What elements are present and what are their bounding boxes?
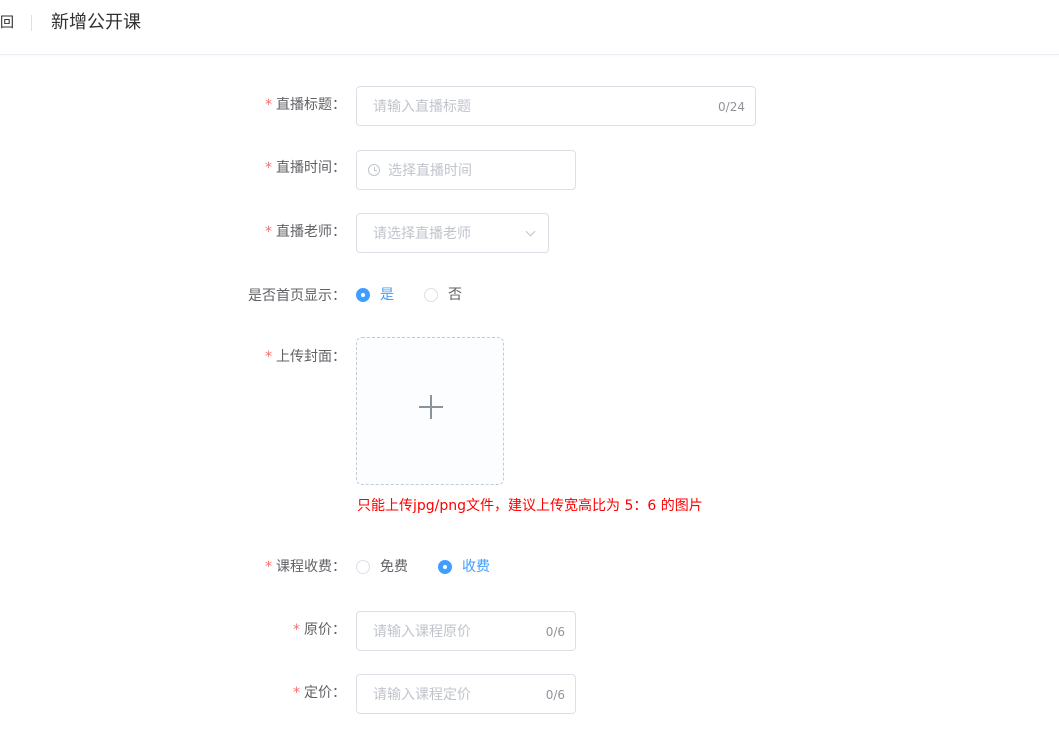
course-fee-label-text: 课程收费：: [276, 559, 346, 575]
radio-unchecked-icon: [424, 288, 438, 302]
original-price-label: * 原价：: [146, 620, 346, 640]
cover-upload-tip: 只能上传jpg/png文件，建议上传宽高比为 5：6 的图片: [357, 498, 703, 514]
required-mark: *: [265, 97, 272, 113]
live-title-input[interactable]: 请输入直播标题 0/24: [356, 86, 756, 126]
live-teacher-select[interactable]: 请选择直播老师: [356, 213, 549, 253]
required-mark: *: [293, 622, 300, 638]
homepage-radio-yes[interactable]: 是: [356, 285, 394, 305]
fee-radio-paid-label: 收费: [462, 559, 490, 575]
live-teacher-label: * 直播老师：: [146, 222, 346, 242]
homepage-display-label-text: 是否首页显示：: [248, 288, 346, 304]
cover-upload-label: * 上传封面：: [146, 347, 346, 367]
header-divider: [31, 15, 32, 31]
required-mark: *: [265, 224, 272, 240]
price-label-text: 定价：: [304, 685, 346, 701]
original-price-input[interactable]: 请输入课程原价 0/6: [356, 611, 576, 651]
back-button[interactable]: 回: [0, 14, 14, 32]
live-title-label-text: 直播标题：: [276, 97, 346, 113]
live-time-label-text: 直播时间：: [276, 160, 346, 176]
fee-radio-paid[interactable]: 收费: [438, 557, 490, 577]
fee-radio-free-label: 免费: [380, 559, 408, 575]
price-placeholder: 请输入课程定价: [373, 687, 471, 703]
page-title: 新增公开课: [51, 12, 141, 33]
page-header: 回 新增公开课: [0, 0, 1059, 55]
homepage-radio-no-label: 否: [448, 287, 462, 303]
radio-checked-icon: [356, 288, 370, 302]
price-char-count: 0/6: [545, 688, 565, 702]
live-time-picker[interactable]: 选择直播时间: [356, 150, 576, 190]
required-mark: *: [265, 349, 272, 365]
cover-upload-label-text: 上传封面：: [276, 349, 346, 365]
required-mark: *: [265, 160, 272, 176]
live-title-label: * 直播标题：: [146, 95, 346, 115]
homepage-display-label: 是否首页显示：: [146, 286, 346, 306]
course-fee-label: * 课程收费：: [146, 557, 346, 577]
required-mark: *: [265, 559, 272, 575]
live-time-placeholder: 选择直播时间: [388, 163, 472, 179]
original-price-placeholder: 请输入课程原价: [373, 624, 471, 640]
radio-checked-icon: [438, 560, 452, 574]
live-title-placeholder: 请输入直播标题: [373, 99, 471, 115]
original-price-label-text: 原价：: [304, 622, 346, 638]
homepage-radio-yes-label: 是: [380, 287, 394, 303]
radio-unchecked-icon: [356, 560, 370, 574]
cover-upload-box[interactable]: [356, 337, 504, 485]
live-title-char-count: 0/24: [718, 100, 745, 114]
homepage-radio-no[interactable]: 否: [424, 285, 462, 305]
clock-icon: [368, 164, 380, 176]
price-label: * 定价：: [146, 683, 346, 703]
chevron-down-icon: [525, 226, 536, 237]
live-time-label: * 直播时间：: [146, 158, 346, 178]
fee-radio-free[interactable]: 免费: [356, 557, 408, 577]
live-teacher-label-text: 直播老师：: [276, 224, 346, 240]
plus-icon: [419, 395, 443, 419]
price-input[interactable]: 请输入课程定价 0/6: [356, 674, 576, 714]
required-mark: *: [293, 685, 300, 701]
live-teacher-placeholder: 请选择直播老师: [373, 226, 471, 242]
original-price-char-count: 0/6: [545, 625, 565, 639]
